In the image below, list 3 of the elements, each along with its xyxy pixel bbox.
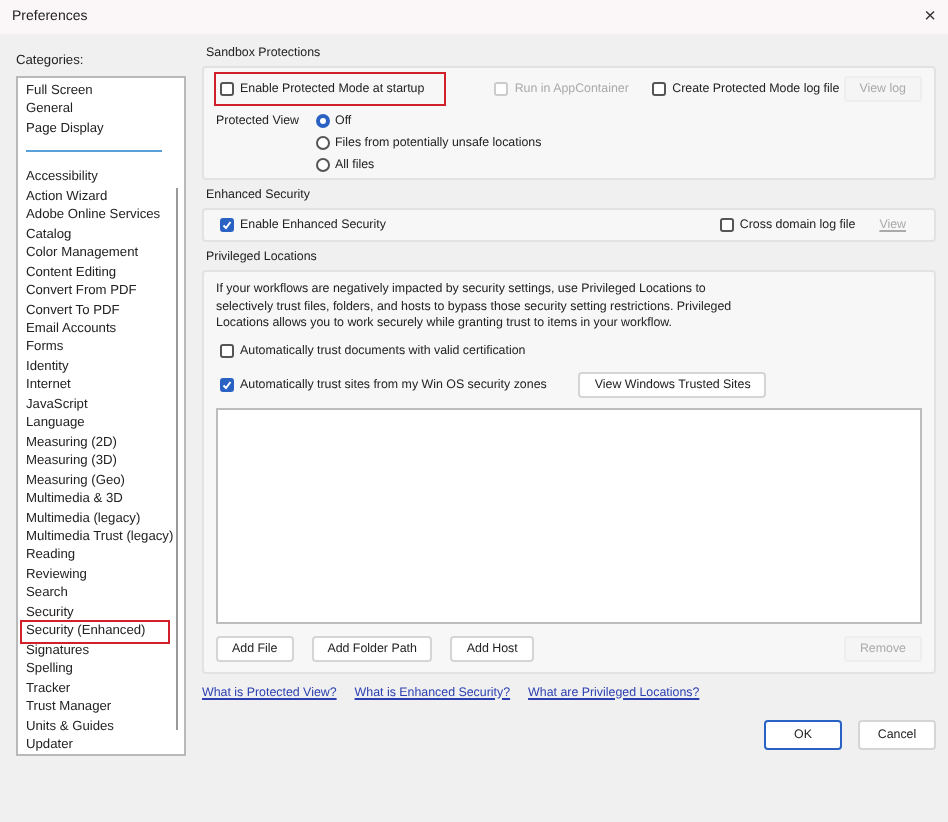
check-icon	[222, 220, 232, 230]
close-button[interactable]: ×	[924, 6, 936, 28]
check-icon	[222, 379, 232, 389]
